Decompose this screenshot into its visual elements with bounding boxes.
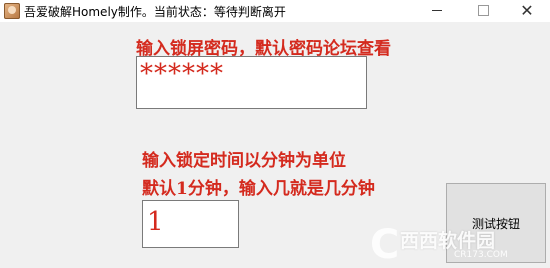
minimize-icon — [432, 10, 442, 11]
lock-time-value: 1 — [147, 207, 164, 237]
title-bar[interactable]: 吾爱破解Homely制作。当前状态：等待判断离开 ✕ — [0, 0, 550, 22]
app-icon — [4, 3, 20, 19]
lock-time-label-line2: 默认1分钟，输入几就是几分钟 — [142, 179, 375, 199]
window-title: 吾爱破解Homely制作。当前状态：等待判断离开 — [24, 5, 286, 19]
maximize-icon — [477, 5, 489, 16]
close-button[interactable]: ✕ — [504, 0, 550, 22]
password-field[interactable]: ****** — [136, 56, 367, 109]
lock-time-field[interactable]: 1 — [142, 200, 239, 248]
close-icon: ✕ — [520, 1, 534, 20]
test-button[interactable]: 测试按钮 — [446, 183, 546, 263]
minimize-button[interactable] — [414, 0, 460, 22]
password-value: ****** — [140, 59, 224, 89]
lock-time-label-line1: 输入锁定时间以分钟为单位 — [142, 151, 346, 171]
maximize-button[interactable] — [460, 0, 506, 22]
